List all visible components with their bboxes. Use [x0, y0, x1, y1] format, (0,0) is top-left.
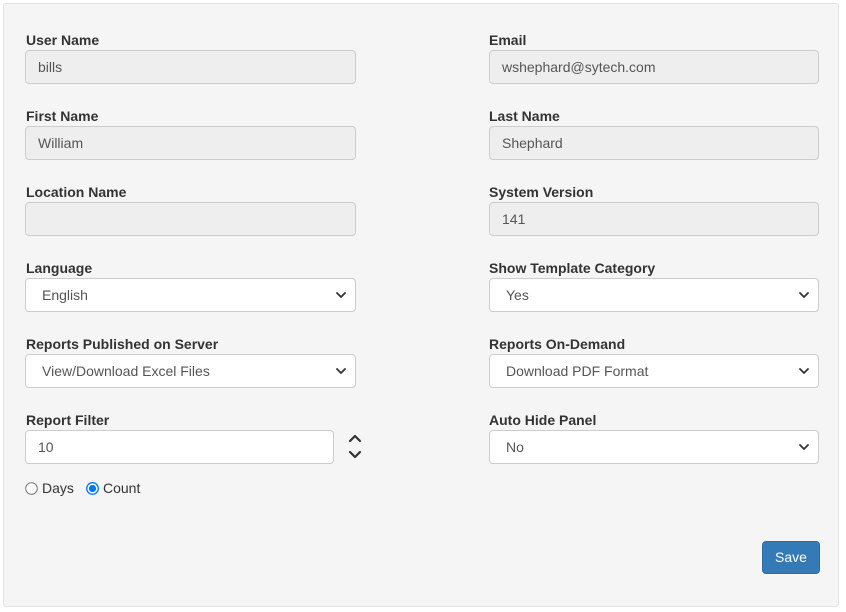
report-filter-count-option[interactable]: Count: [86, 479, 140, 497]
system-version-field[interactable]: 141: [489, 202, 819, 236]
language-label: Language: [26, 260, 93, 276]
count-radio-label: Count: [103, 480, 141, 496]
report-filter-days-option[interactable]: Days: [25, 479, 74, 497]
location-name-label: Location Name: [26, 184, 127, 200]
email-label: Email: [489, 32, 527, 48]
last-name-label: Last Name: [489, 108, 560, 124]
save-button[interactable]: Save: [762, 541, 820, 574]
spin-up-icon[interactable]: [347, 432, 363, 444]
spin-down-icon[interactable]: [347, 449, 363, 461]
user-name-label: User Name: [26, 32, 100, 48]
days-radio[interactable]: [25, 482, 38, 495]
auto-hide-panel-select[interactable]: No: [489, 430, 819, 464]
report-filter-input[interactable]: 10: [25, 430, 334, 464]
chevron-down-icon: [336, 292, 346, 298]
system-version-label: System Version: [489, 184, 594, 200]
auto-hide-panel-label: Auto Hide Panel: [489, 412, 597, 428]
reports-on-demand-select[interactable]: Download PDF Format: [489, 354, 819, 388]
reports-published-label: Reports Published on Server: [26, 336, 219, 352]
chevron-down-icon: [799, 368, 809, 374]
language-select[interactable]: English: [25, 278, 356, 312]
show-template-category-selected-value: Yes: [506, 287, 529, 303]
reports-on-demand-label: Reports On-Demand: [489, 336, 626, 352]
days-radio-label: Days: [42, 480, 74, 496]
count-radio[interactable]: [86, 482, 99, 495]
reports-published-select[interactable]: View/Download Excel Files: [25, 354, 356, 388]
show-template-category-select[interactable]: Yes: [489, 278, 819, 312]
reports-on-demand-selected-value: Download PDF Format: [506, 363, 649, 379]
show-template-category-label: Show Template Category: [489, 260, 656, 276]
user-name-field[interactable]: bills: [25, 50, 356, 84]
chevron-down-icon: [799, 444, 809, 450]
location-name-field[interactable]: [25, 202, 356, 236]
auto-hide-panel-selected-value: No: [506, 439, 524, 455]
first-name-label: First Name: [26, 108, 99, 124]
report-filter-label: Report Filter: [26, 412, 110, 428]
chevron-down-icon: [799, 292, 809, 298]
chevron-down-icon: [336, 368, 346, 374]
reports-published-selected-value: View/Download Excel Files: [42, 363, 210, 379]
last-name-field[interactable]: Shephard: [489, 126, 819, 160]
first-name-field[interactable]: William: [25, 126, 356, 160]
language-selected-value: English: [42, 287, 88, 303]
email-field[interactable]: wshephard@sytech.com: [489, 50, 819, 84]
